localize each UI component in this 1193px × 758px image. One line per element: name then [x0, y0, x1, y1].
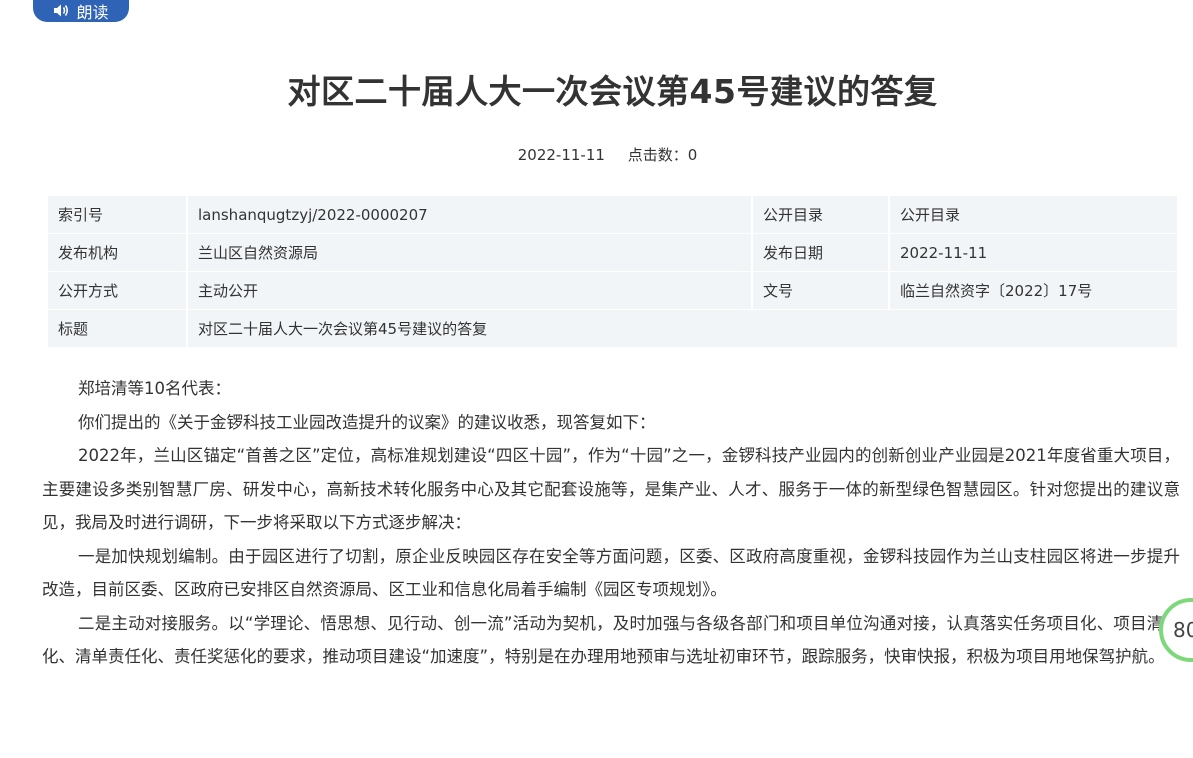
catalog-label: 公开目录 — [753, 196, 890, 234]
table-row: 公开方式 主动公开 文号 临兰自然资字〔2022〕17号 — [48, 272, 1177, 310]
page: 朗读 对区二十届人大一次会议第45号建议的答复 2022-11-11 点击数：0… — [0, 0, 1193, 758]
salutation: 郑培清等10名代表： — [78, 379, 231, 398]
mode-label: 公开方式 — [48, 272, 188, 310]
table-row: 发布机构 兰山区自然资源局 发布日期 2022-11-11 — [48, 234, 1177, 272]
pubdate-value: 2022-11-11 — [890, 234, 1177, 272]
title-label: 标题 — [48, 310, 188, 348]
body-paragraph: 二是主动对接服务。以“学理论、悟思想、见行动、创一流”活动为契机，及时加强与各级… — [42, 613, 1180, 667]
org-value: 兰山区自然资源局 — [188, 234, 753, 272]
title-value: 对区二十届人大一次会议第45号建议的答复 — [188, 310, 1177, 348]
speaker-icon — [53, 3, 70, 18]
docno-value: 临兰自然资字〔2022〕17号 — [890, 272, 1177, 310]
click-count: 点击数：0 — [627, 146, 698, 164]
mode-value: 主动公开 — [188, 272, 753, 310]
read-aloud-label: 朗读 — [76, 2, 109, 22]
article-meta: 2022-11-11 点击数：0 — [0, 144, 1193, 165]
table-row: 索引号 lanshanqugtzyj/2022-0000207 公开目录 公开目… — [48, 196, 1177, 234]
body-paragraph: 2022年，兰山区锚定“首善之区”定位，高标准规划建设“四区十园”，作为“十园”… — [42, 446, 1180, 532]
pubdate-label: 发布日期 — [753, 234, 890, 272]
table-row: 标题 对区二十届人大一次会议第45号建议的答复 — [48, 310, 1177, 348]
read-aloud-button[interactable]: 朗读 — [33, 0, 129, 22]
publish-date: 2022-11-11 — [517, 146, 605, 164]
index-label: 索引号 — [48, 196, 188, 234]
body-paragraph: 你们提出的《关于金锣科技工业园改造提升的议案》的建议收悉，现答复如下： — [78, 412, 656, 432]
org-label: 发布机构 — [48, 234, 188, 272]
info-table: 索引号 lanshanqugtzyj/2022-0000207 公开目录 公开目… — [48, 196, 1177, 348]
score-value: 80 — [1173, 618, 1193, 642]
docno-label: 文号 — [753, 272, 890, 310]
catalog-value: 公开目录 — [890, 196, 1177, 234]
article-body: 郑培清等10名代表： 你们提出的《关于金锣科技工业园改造提升的议案》的建议收悉，… — [42, 372, 1180, 674]
index-value: lanshanqugtzyj/2022-0000207 — [188, 196, 753, 234]
body-paragraph: 一是加快规划编制。由于园区进行了切割，原企业反映园区存在安全等方面问题，区委、区… — [42, 546, 1180, 600]
page-title: 对区二十届人大一次会议第45号建议的答复 — [287, 72, 938, 111]
